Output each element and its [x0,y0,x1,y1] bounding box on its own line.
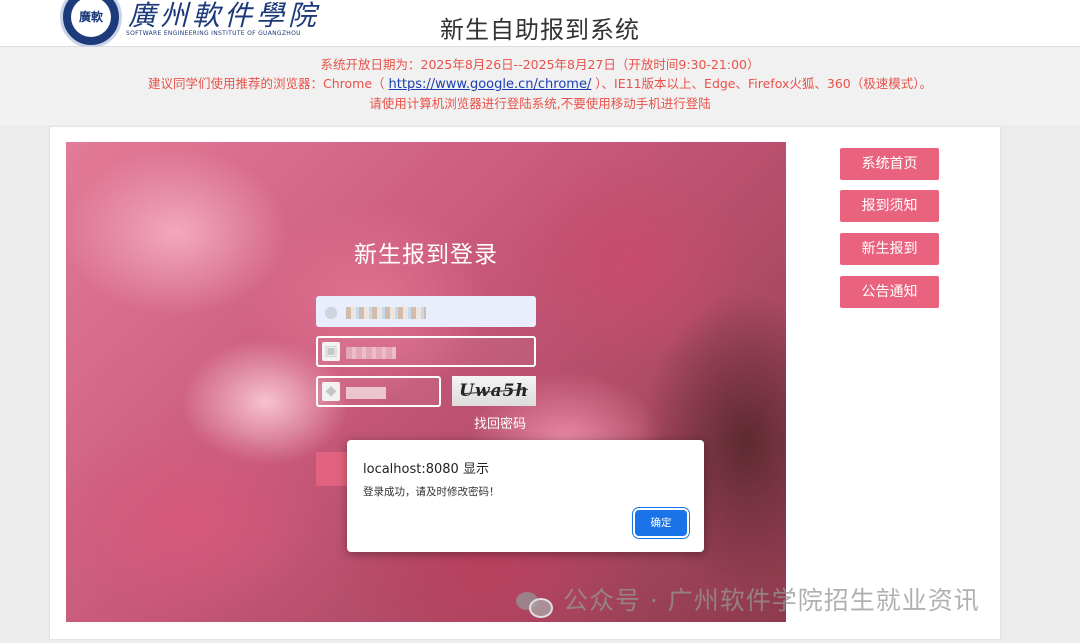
forgot-password-link[interactable]: 找回密码 [474,413,526,432]
username-value-redacted [346,302,426,322]
nav-freshman-registration-button[interactable]: 新生报到 [840,233,939,265]
watermark-text: 公众号 · 广州软件学院招生就业资讯 [562,586,980,615]
page-title: 新生自助报到系统 [440,16,640,44]
alert-dialog: localhost:8080 显示 登录成功，请及时修改密码！ 确定 [347,440,704,552]
login-title: 新生报到登录 [354,242,498,268]
notice-browser-prefix: 建议同学们使用推荐的浏览器：Chrome（ [148,76,389,91]
notice-open-dates: 系统开放日期为：2025年8月26日--2025年8月27日（开放时间9:30-… [320,57,760,72]
nav-home-button[interactable]: 系统首页 [840,148,939,180]
password-input[interactable]: ▣ [316,336,536,367]
chrome-download-link[interactable]: https://www.google.cn/chrome/ [389,77,592,92]
notice-use-computer: 请使用计算机浏览器进行登陆系统,不要使用移动手机进行登陆 [369,96,711,111]
username-input[interactable]: ● [316,296,536,327]
notice-banner: 系统开放日期为：2025年8月26日--2025年8月27日（开放时间9:30-… [0,47,1080,125]
nav-registration-notice-button[interactable]: 报到须知 [840,190,939,222]
dialog-message: 登录成功，请及时修改密码！ [363,486,500,498]
notice-browser-recommendation: 建议同学们使用推荐的浏览器：Chrome（ https://www.google… [0,74,1080,94]
dialog-origin: localhost:8080 显示 [363,462,489,477]
captcha-image[interactable]: Uwa5h [452,376,536,406]
nav-announcements-button[interactable]: 公告通知 [840,276,939,308]
user-icon: ● [324,302,338,321]
password-value-redacted [346,342,396,362]
wechat-watermark: 公众号 · 广州软件学院招生就业资讯 [516,585,980,618]
top-header: 廣軟 廣州軟件學院 SOFTWARE ENGINEERING INSTITUTE… [0,0,1080,48]
wechat-icon [516,588,554,618]
captcha-value-redacted [346,382,386,402]
shield-icon: ◆ [322,382,340,401]
notice-browser-suffix: ）、IE11版本以上、Edge、Firefox火狐、360（极速模式）。 [591,76,932,91]
dialog-ok-button[interactable]: 确定 [635,510,687,536]
lock-icon: ▣ [322,342,340,361]
captcha-input[interactable]: ◆ [316,376,441,407]
